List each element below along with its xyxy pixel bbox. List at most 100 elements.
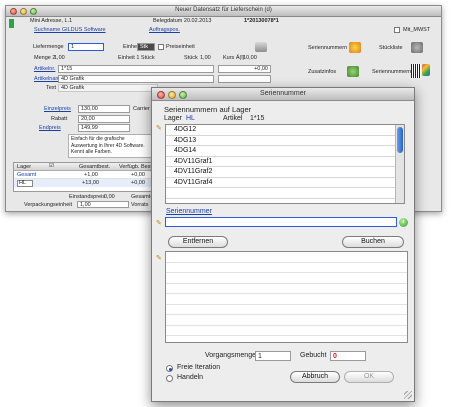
text-input[interactable]: 4D Grafik — [58, 84, 158, 92]
artikel-value: 1*15 — [250, 115, 265, 122]
artikel-description[interactable]: Einfach für die grafische Auswertung in … — [68, 134, 152, 158]
verpackung-input[interactable]: 1,00 — [77, 201, 129, 208]
col-lager[interactable]: Lager — [17, 164, 31, 170]
einzelpreis-link[interactable]: Einzelpreis — [44, 106, 71, 112]
list-item[interactable] — [166, 263, 407, 273]
seriennummer-label: Seriennummern — [308, 45, 348, 51]
list-item[interactable] — [166, 252, 407, 263]
seriennummer-input[interactable] — [165, 217, 397, 227]
stueckliste-icon[interactable] — [411, 42, 423, 53]
suchname-link[interactable]: Suchname GILDUS Software — [34, 27, 106, 33]
endpreis-input[interactable]: 149,99 — [78, 124, 130, 132]
list-item[interactable]: 4DV11Graf4 — [166, 178, 404, 188]
radio-handeln-label: Handeln — [177, 374, 204, 381]
einheit2: Einheit 1 Stück — [118, 55, 155, 61]
menge2-label: Menge 2 — [34, 55, 56, 61]
col-gesamtbest[interactable]: Gesamtbest. — [79, 164, 110, 170]
rabatt-input[interactable]: 20,00 — [78, 115, 130, 123]
pencil-icon: ✎ — [156, 125, 162, 132]
menge2-value: 1,00 — [54, 55, 65, 61]
info-icon[interactable]: i — [399, 218, 408, 227]
lager-header: Seriennummern auf Lager — [164, 105, 252, 114]
serial-list[interactable]: 4DG12 4DG13 4DG14 4DV11Graf1 4DV11Graf2 … — [165, 124, 405, 204]
table-row[interactable]: HL +13,00 +0,00 — [14, 179, 158, 187]
scroll-thumb[interactable] — [397, 127, 403, 153]
list-item[interactable]: 4DG14 — [166, 146, 404, 157]
artikelname-input[interactable]: 4D Grafik — [58, 75, 214, 83]
vorgangsmenge-field: 1 — [255, 351, 291, 361]
stueckliste-label: Stückliste — [379, 45, 403, 51]
booked-list[interactable] — [165, 251, 408, 343]
list-item[interactable] — [166, 188, 404, 199]
lager-table-header: Lager ☑ Gesamtbest. Verfügb. Best. — [14, 163, 158, 171]
seriennummer-btn-label: Seriennummern — [372, 69, 412, 75]
radio-handeln[interactable] — [166, 375, 173, 382]
kurs-value: 10,00 — [243, 55, 257, 61]
text-label: Text — [46, 85, 57, 91]
artikel-link[interactable]: Artikelnr. — [34, 66, 55, 72]
gebucht-label: Gebucht — [300, 352, 327, 359]
vorrats-label: Vorrats — [131, 202, 149, 208]
einzelpreis-input[interactable]: 130,00 — [78, 105, 130, 113]
stueck-value: 1,00 — [200, 55, 211, 61]
mit-mwst-checkbox[interactable] — [394, 27, 400, 33]
color-pencil-icon[interactable] — [422, 64, 430, 76]
belegdatum: Belegdatum 20.02.2013 — [153, 18, 212, 24]
back-titlebar: Neuer Datensatz für Lieferschein (d) — [6, 6, 441, 17]
table-row[interactable]: Gesamt +1,00 +0,00 — [14, 171, 158, 179]
entfernen-button[interactable]: Entfernen — [168, 236, 228, 248]
radio-freie-iteration-label: Freie Iteration — [177, 364, 221, 371]
lager-label: Lager — [164, 115, 182, 122]
artikel-input[interactable]: 1*15 — [58, 65, 214, 73]
vorgangsmenge-label: Vorgangsmenge — [205, 352, 256, 359]
rabatt-label: Rabatt — [51, 116, 68, 122]
status-flag-icon — [9, 19, 14, 28]
lager-value: HL — [186, 115, 195, 122]
seriennummer-label: Seriennummer — [166, 208, 212, 215]
radio-freie-iteration[interactable] — [166, 365, 173, 372]
list-item[interactable] — [166, 326, 407, 336]
list-item[interactable]: 4DG13 — [166, 136, 404, 146]
auftragspos-link[interactable]: Auftragspos. — [149, 27, 180, 33]
serial-list-scrollbar[interactable] — [395, 125, 404, 203]
window-title: Neuer Datensatz für Lieferschein (d) — [175, 7, 272, 13]
zusatzinfos-icon[interactable] — [347, 66, 359, 77]
carrier-label: Carrier — [133, 106, 150, 112]
pencil-icon: ✎ — [156, 220, 162, 227]
endpreis-link[interactable]: Endpreis — [39, 125, 61, 131]
list-item[interactable]: 4DV11Graf2 — [166, 167, 404, 178]
artikelname-extra[interactable] — [218, 75, 271, 83]
artikel-preis[interactable]: +0,00 — [218, 65, 271, 73]
buchen-button[interactable]: Buchen — [342, 236, 404, 248]
calculator-icon[interactable] — [255, 42, 267, 52]
list-item[interactable] — [166, 294, 407, 305]
einstand-value: 0,00 — [104, 194, 115, 200]
kurs-label: Kurs Ä(l) — [223, 55, 245, 61]
list-item[interactable] — [166, 305, 407, 315]
window-title: Seriennummer — [260, 90, 306, 97]
list-item[interactable]: 4DG12 — [166, 125, 404, 136]
col-check[interactable]: ☑ — [49, 163, 54, 169]
lager-table: Lager ☑ Gesamtbest. Verfügb. Best. Gesam… — [13, 162, 159, 192]
liefermenge-input[interactable]: 1 — [68, 43, 104, 51]
stueck-label: Stück — [184, 55, 198, 61]
mit-mwst-label: Mit_MWST — [403, 27, 431, 33]
pencil-icon: ✎ — [156, 255, 162, 262]
zusatzinfos-label: Zusatzinfos — [308, 69, 337, 75]
list-item[interactable] — [166, 273, 407, 284]
list-item[interactable]: 4DV11Graf1 — [166, 157, 404, 167]
barcode-icon[interactable] — [411, 64, 421, 78]
preiseinheit-checkbox[interactable] — [158, 44, 164, 50]
artikel-label: Artikel — [223, 115, 243, 122]
seriennummer-icon[interactable] — [349, 42, 361, 53]
einheit-select[interactable]: Stk — [137, 43, 155, 51]
ok-button[interactable]: OK — [344, 371, 394, 383]
abbruch-button[interactable]: Abbruch — [290, 371, 340, 383]
list-item[interactable] — [166, 284, 407, 294]
beleg-nr: 1*20130078*1 — [244, 18, 279, 24]
verpackung-label: Verpackungseinheit — [24, 202, 73, 208]
resize-grip-icon[interactable] — [404, 391, 412, 399]
gebucht-field: 0 — [330, 351, 366, 361]
col-verfuegb[interactable]: Verfügb. Best. — [119, 164, 154, 170]
list-item[interactable] — [166, 315, 407, 326]
